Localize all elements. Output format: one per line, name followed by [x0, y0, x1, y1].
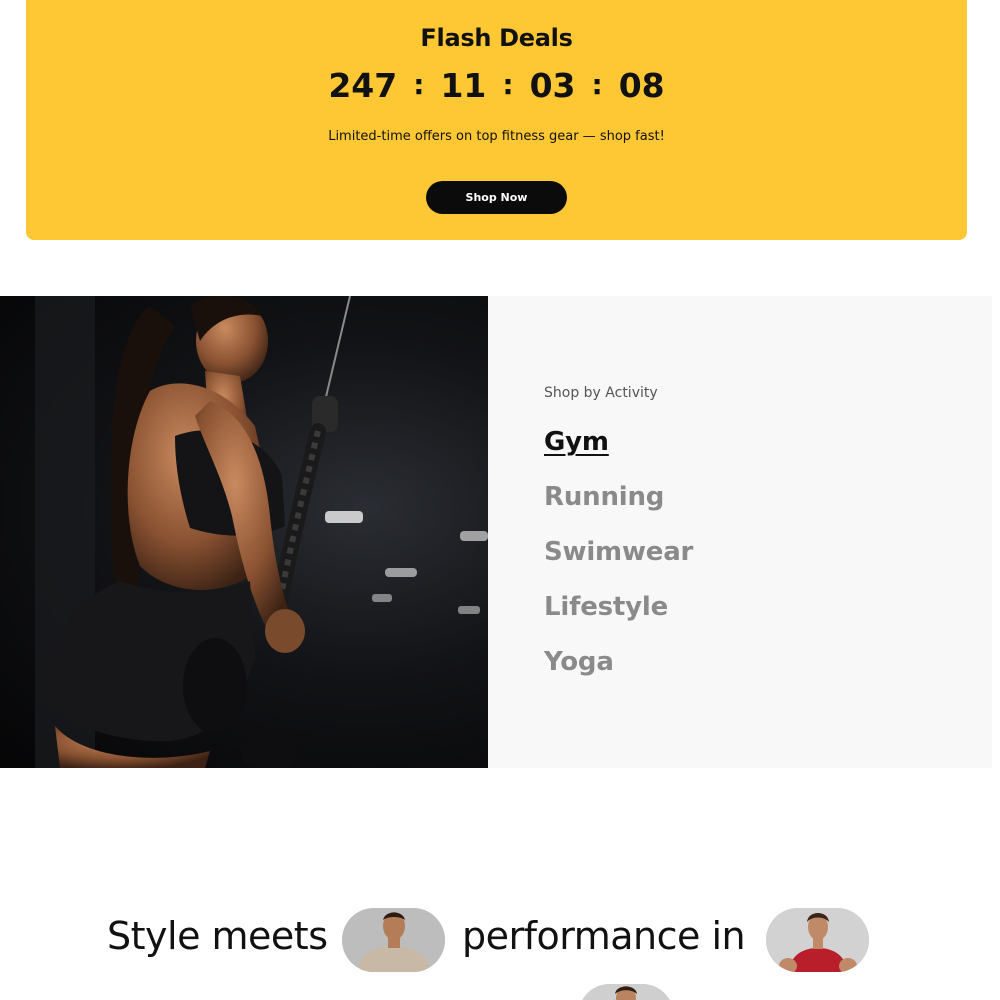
style-headline: Style meets performance in [0, 900, 1000, 1000]
flash-deals-title: Flash Deals [420, 24, 573, 52]
activity-item-gym[interactable]: Gym [544, 424, 693, 479]
model-pill-image-male [342, 908, 445, 972]
page: Flash Deals 247 : 11 : 03 : 08 Limited-t… [0, 0, 1000, 1000]
activity-panel: Shop by Activity Gym Running Swimwear Li… [488, 296, 992, 768]
countdown-separator: : [591, 68, 603, 101]
model-pill-image-female [766, 908, 869, 972]
countdown-hours: 11 [440, 66, 487, 105]
countdown-seconds: 08 [618, 66, 665, 105]
activity-item-yoga[interactable]: Yoga [544, 644, 693, 699]
activity-list: Gym Running Swimwear Lifestyle Yoga [544, 424, 693, 699]
headline-part1: Style meets [107, 914, 328, 958]
shop-now-button[interactable]: Shop Now [426, 181, 567, 214]
activity-item-running[interactable]: Running [544, 479, 693, 534]
countdown-separator: : [502, 68, 514, 101]
countdown-separator: : [413, 68, 425, 101]
gym-hero-image [0, 296, 488, 768]
flash-deals-subtitle: Limited-time offers on top fitness gear … [328, 129, 665, 144]
activity-item-swimwear[interactable]: Swimwear [544, 534, 693, 589]
countdown-minutes: 03 [529, 66, 576, 105]
model-pill-image-partial [578, 984, 674, 1000]
shop-by-activity-section: Shop by Activity Gym Running Swimwear Li… [0, 296, 1000, 768]
headline-part2: performance in [462, 914, 746, 958]
countdown-timer: 247 : 11 : 03 : 08 [26, 66, 967, 105]
countdown-days: 247 [328, 66, 398, 105]
activity-eyebrow: Shop by Activity [544, 385, 658, 401]
activity-item-lifestyle[interactable]: Lifestyle [544, 589, 693, 644]
